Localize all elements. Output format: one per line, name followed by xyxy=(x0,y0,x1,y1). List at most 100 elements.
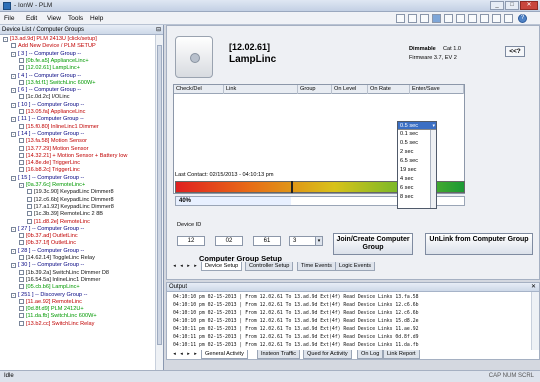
column-header[interactable]: Enter/Save xyxy=(410,85,464,94)
chevron-down-icon[interactable]: ▾ xyxy=(315,237,322,245)
tree-item[interactable]: -[ 3 ] -- Computer Group -- xyxy=(11,51,81,58)
menu-help[interactable]: Help xyxy=(90,15,103,22)
column-header[interactable]: Link xyxy=(224,85,298,94)
close-button[interactable]: ✕ xyxy=(520,1,538,10)
tree-item[interactable]: [16.54.5a] InlineLinc1 Dimmer xyxy=(19,276,100,284)
tree-item[interactable]: -[ 6 ] -- Computer Group -- xyxy=(11,87,81,94)
tree-item[interactable]: [14.8e.de] TriggerLinc xyxy=(19,160,80,167)
tree-item[interactable]: -[ 27 ] -- Computer Group -- xyxy=(11,226,84,233)
out-tab-last-icon[interactable]: ▸ xyxy=(192,350,199,359)
tree-item[interactable]: -[ 4 ] -- Computer Group -- xyxy=(11,73,81,80)
tree-item[interactable]: [13.fd.f1] SwitchLinc 600W+ xyxy=(19,79,96,87)
expand-toggle-icon[interactable]: - xyxy=(11,102,16,108)
device-icon[interactable] xyxy=(432,14,441,23)
tree-item[interactable]: -[ 11 ] -- Computer Group -- xyxy=(11,116,84,123)
tab-device-setup[interactable]: Device Setup xyxy=(201,262,243,271)
tree-item[interactable]: -[ 251 ] -- Discovery Group -- xyxy=(11,292,87,299)
refresh-icon[interactable] xyxy=(396,14,405,23)
close-output-icon[interactable]: ✕ xyxy=(531,283,536,292)
expand-toggle-icon[interactable]: - xyxy=(11,175,16,181)
expand-toggle-icon[interactable]: - xyxy=(11,226,16,232)
tab-qued-for-activity[interactable]: Qued for Activity xyxy=(303,350,352,359)
tree-item[interactable]: [1c.3b.39] RemoteLinc 2 8B xyxy=(27,211,103,218)
minimize-button[interactable]: _ xyxy=(490,1,504,10)
device-list-scrollbar[interactable] xyxy=(155,35,163,370)
menu-tools[interactable]: Tools xyxy=(68,15,83,22)
column-header[interactable]: On Rate xyxy=(368,85,410,94)
tree-item[interactable]: [14.32.21] + Motion Sensor + Battery low xyxy=(19,152,127,160)
tab-next-icon[interactable]: ▸ xyxy=(185,262,192,271)
expand-toggle-icon[interactable]: - xyxy=(11,248,16,254)
column-header[interactable]: On Level xyxy=(332,85,368,94)
tree-item[interactable]: Add New Device / PLM SETUP xyxy=(11,43,96,50)
tab-first-icon[interactable]: ◂ xyxy=(171,262,178,271)
expand-toggle-icon[interactable]: - xyxy=(19,183,24,188)
tree-item[interactable]: [15.f0.80] InlineLinc1 Dimmer xyxy=(19,123,99,131)
help-back-button[interactable]: <<? xyxy=(505,46,525,57)
link-icon[interactable] xyxy=(408,14,417,23)
tree-item[interactable]: [19.3c.90] KeypadLinc Dimmer8 xyxy=(27,189,114,196)
tab-logic-events[interactable]: Logic Events xyxy=(335,262,376,271)
tree-item[interactable]: [0d.8f.d9] PLM 2412U+ xyxy=(19,306,84,313)
level-marker[interactable] xyxy=(291,181,294,193)
tree-item[interactable]: [16.b8.2c] TriggerLinc xyxy=(19,167,80,174)
device-id-field-1[interactable]: 12 xyxy=(177,236,205,246)
tab-on-log[interactable]: On Log xyxy=(357,350,384,359)
report-icon[interactable] xyxy=(492,14,501,23)
tree-item[interactable]: [13.77.29] Motion Sensor xyxy=(19,145,89,153)
tree-item[interactable]: [12.02.61] LampLinc+ xyxy=(19,65,80,72)
tab-insteon-traffic[interactable]: Insteon Traffic xyxy=(257,350,301,359)
tree-item[interactable]: - [0a.37.6c] RemoteLinc+ xyxy=(19,182,85,189)
tree-item[interactable]: [13.b2.cc] SwitchLinc Relay xyxy=(19,320,94,328)
tree-item[interactable]: [11.ae.92] RemoteLinc xyxy=(19,298,82,306)
unlink-group-button[interactable]: UnLink from Computer Group xyxy=(425,233,533,255)
tree-item[interactable]: [12.c6.6b] KeypadLinc Dimmer8 xyxy=(27,196,114,204)
expand-toggle-icon[interactable]: - xyxy=(11,131,16,137)
output-scrollbar[interactable] xyxy=(531,292,539,350)
device-id-field-2[interactable]: 02 xyxy=(215,236,243,246)
column-header[interactable]: Check/Del xyxy=(174,85,224,94)
menu-edit[interactable]: Edit xyxy=(26,15,37,22)
on-rate-dropdown[interactable]: 0.5 sec ▾ 0.1 sec 0.5 sec 2 sec 6.5 sec 19 se… xyxy=(397,121,437,209)
scan-icon[interactable] xyxy=(420,14,429,23)
tree-item[interactable]: [0b.fe.a5] ApplianceLinc+ xyxy=(19,57,89,65)
print-icon[interactable] xyxy=(504,14,513,23)
tab-general-activity[interactable]: General Activity xyxy=(201,350,248,359)
out-tab-next-icon[interactable]: ▸ xyxy=(185,350,192,359)
help-icon[interactable]: ? xyxy=(518,14,527,23)
settings-icon[interactable] xyxy=(480,14,489,23)
tree-item[interactable]: [13.fa.58] Motion Sensor xyxy=(19,138,87,145)
tab-controller-setup[interactable]: Controller Setup xyxy=(245,262,294,271)
group-select[interactable]: 3 ▾ xyxy=(289,236,323,246)
on-rate-selected[interactable]: 0.5 sec ▾ xyxy=(398,122,436,130)
tree-item[interactable]: [1c.0d.2c] I/OLinc xyxy=(19,94,70,101)
expand-toggle-icon[interactable]: - xyxy=(11,51,16,57)
on-rate-scrollbar[interactable] xyxy=(430,130,436,208)
tree-item[interactable]: [05.cb.b6] LampLinc+ xyxy=(19,284,80,291)
tab-prev-icon[interactable]: ◂ xyxy=(178,262,185,271)
tab-time-events[interactable]: Time Events xyxy=(297,262,336,271)
menu-file[interactable]: File xyxy=(4,15,14,22)
expand-toggle-icon[interactable]: - xyxy=(11,73,16,79)
join-group-button[interactable]: Join/Create Computer Group xyxy=(333,233,413,255)
tree-item[interactable]: [11.da.fb] SwitchLinc 600W+ xyxy=(19,313,97,320)
tree-item[interactable]: [0b.37.1f] OutletLinc xyxy=(19,240,76,247)
tree-item[interactable]: -[ 10 ] -- Computer Group -- xyxy=(11,102,84,109)
expand-toggle-icon[interactable]: - xyxy=(11,263,16,269)
tree-item[interactable]: - [13.ad.9d] PLM 2413U [click/setup] xyxy=(3,36,97,43)
tree-item[interactable]: -[ 15 ] -- Computer Group -- xyxy=(11,175,84,182)
device-id-field-3[interactable]: 61 xyxy=(253,236,281,246)
expand-toggle-icon[interactable]: - xyxy=(11,292,16,298)
tab-last-icon[interactable]: ▸ xyxy=(192,262,199,271)
tree-item[interactable]: [11.d8.2e] RemoteLinc xyxy=(27,218,90,226)
expand-toggle-icon[interactable]: - xyxy=(11,88,16,94)
pin-icon[interactable]: ⊟ xyxy=(156,25,161,35)
log-icon[interactable] xyxy=(468,14,477,23)
tab-link-report[interactable]: Link Report xyxy=(383,350,420,359)
schedule-icon[interactable] xyxy=(456,14,465,23)
expand-toggle-icon[interactable]: - xyxy=(3,37,8,42)
tree-item[interactable]: [0b.37.ad] OutletLinc xyxy=(19,233,78,240)
menu-view[interactable]: View xyxy=(47,15,61,22)
out-tab-prev-icon[interactable]: ◂ xyxy=(178,350,185,359)
tree-item[interactable]: [17.a1.92] KeypadLinc Dimmer8 xyxy=(27,203,114,211)
